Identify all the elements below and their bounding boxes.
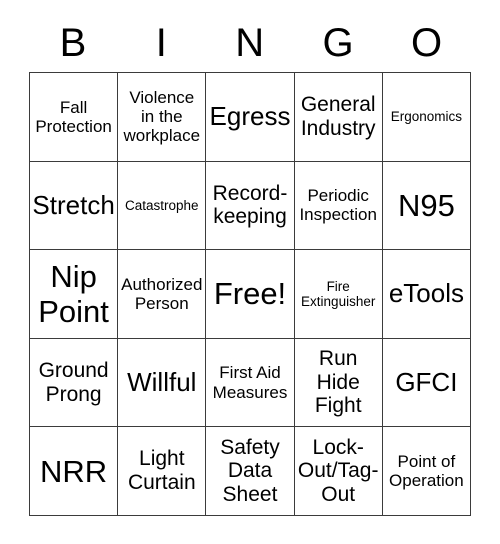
bingo-cell[interactable]: N95	[382, 161, 471, 251]
bingo-cell[interactable]: eTools	[382, 250, 471, 339]
bingo-cell[interactable]: Willful	[118, 338, 207, 428]
bingo-cell-label: N95	[397, 187, 455, 223]
bingo-cell[interactable]: Safety Data Sheet	[206, 427, 295, 516]
bingo-header-letter-i: I	[117, 14, 205, 72]
bingo-cell-label: Willful	[127, 366, 197, 397]
bingo-header-letter-g: G	[294, 14, 382, 72]
bingo-cell-label: Catastrophe	[125, 197, 199, 213]
bingo-header-letter-n: N	[206, 14, 294, 72]
bingo-cell-label: Periodic Inspection	[299, 186, 377, 225]
bingo-header-letter-b: B	[29, 14, 117, 72]
bingo-cell-label: Egress	[209, 101, 291, 132]
bingo-cell-label: Light Curtain	[127, 447, 196, 495]
bingo-cell-label: First Aid Measures	[212, 363, 288, 402]
bingo-cell[interactable]: Stretch	[30, 161, 119, 251]
bingo-cell-label: Ergonomics	[390, 109, 463, 125]
bingo-cell[interactable]: GFCI	[382, 338, 471, 428]
bingo-cell[interactable]: NRR	[30, 427, 119, 516]
bingo-cell[interactable]: Authorized Person	[118, 250, 207, 339]
bingo-cell-label: Record- keeping	[212, 181, 288, 229]
bingo-cell[interactable]: Nip Point	[30, 250, 119, 339]
bingo-cell[interactable]: Ground Prong	[30, 338, 119, 428]
bingo-header-letter-text: G	[322, 21, 355, 65]
bingo-cell-label: Fall Protection	[35, 97, 112, 136]
bingo-cell[interactable]: Catastrophe	[118, 161, 207, 251]
bingo-cell-label: Run Hide Fight	[314, 347, 362, 418]
bingo-cell[interactable]: Fall Protection	[30, 73, 119, 162]
bingo-grid: Fall Protection Violence in the workplac…	[29, 72, 471, 516]
bingo-cell-label: NRR	[40, 453, 108, 489]
bingo-header-letter-text: B	[59, 21, 87, 65]
bingo-cell-label: Point of Operation	[389, 451, 464, 491]
bingo-cell[interactable]: Record- keeping	[206, 161, 295, 251]
bingo-cell-label: Nip Point	[38, 258, 109, 329]
bingo-header-letter-text: O	[410, 21, 443, 65]
bingo-cell[interactable]: First Aid Measures	[206, 338, 295, 428]
bingo-cell-label: GFCI	[395, 366, 458, 397]
bingo-header-row: B I N G O	[29, 14, 471, 72]
bingo-cell[interactable]: Periodic Inspection	[294, 161, 383, 251]
bingo-cell[interactable]: Egress	[206, 73, 295, 162]
bingo-cell-label: Lock- Out/Tag- Out	[297, 435, 379, 507]
bingo-cell-label: General Industry	[300, 93, 376, 140]
bingo-cell[interactable]: Run Hide Fight	[294, 338, 383, 428]
bingo-cell-label: Free!	[213, 276, 287, 312]
bingo-cell[interactable]: Ergonomics	[382, 73, 471, 162]
bingo-header-letter-text: N	[235, 21, 265, 65]
bingo-cell[interactable]: Light Curtain	[118, 427, 207, 516]
bingo-cell[interactable]: Lock- Out/Tag- Out	[294, 427, 383, 516]
bingo-cell[interactable]: Violence in the workplace	[118, 73, 207, 162]
bingo-cell-label: Safety Data Sheet	[220, 435, 280, 507]
bingo-cell[interactable]: General Industry	[294, 73, 383, 162]
bingo-cell-label: Violence in the workplace	[123, 87, 201, 146]
bingo-card: B I N G O Fall Protection Violence in th…	[29, 14, 471, 516]
bingo-cell-label: eTools	[388, 278, 464, 309]
bingo-cell-label: Authorized Person	[121, 274, 203, 313]
bingo-cell-free-space[interactable]: Free!	[206, 250, 295, 339]
bingo-cell-label: Fire Extinguisher	[301, 278, 376, 309]
bingo-cell-label: Ground Prong	[38, 358, 109, 406]
bingo-header-letter-o: O	[383, 14, 471, 72]
bingo-header-letter-text: I	[155, 21, 168, 65]
bingo-cell[interactable]: Fire Extinguisher	[294, 250, 383, 339]
bingo-cell[interactable]: Point of Operation	[382, 427, 471, 516]
bingo-cell-label: Stretch	[32, 189, 115, 220]
